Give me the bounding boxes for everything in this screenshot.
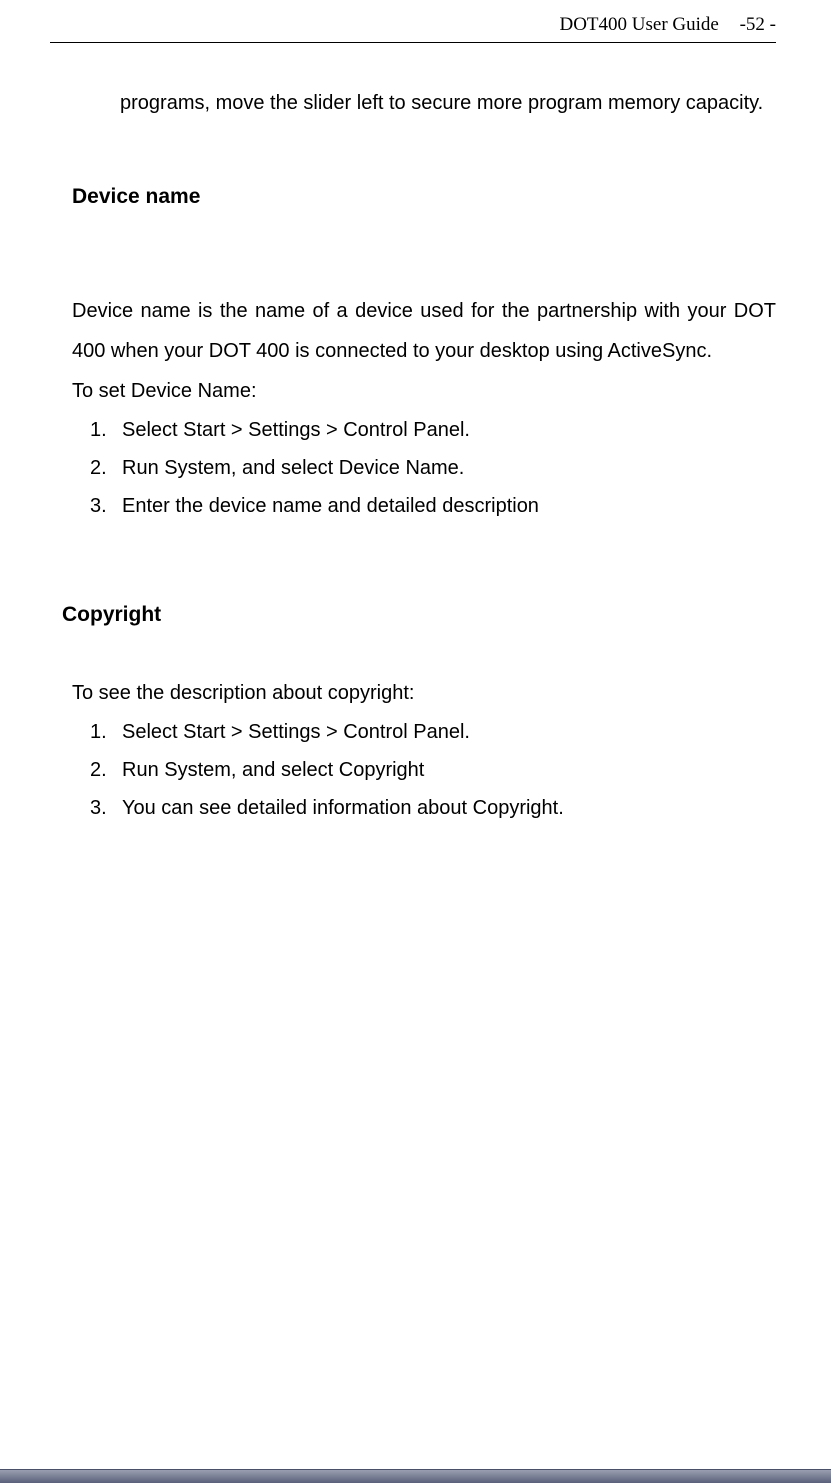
copyright-lead: To see the description about copyright:	[72, 673, 776, 713]
list-item: Run System, and select Copyright	[90, 751, 776, 789]
list-item: Select Start > Settings > Control Panel.	[90, 713, 776, 751]
device-name-paragraph: Device name is the name of a device used…	[72, 291, 776, 371]
device-name-lead: To set Device Name:	[72, 371, 776, 411]
header-title: DOT400 User Guide	[559, 14, 718, 35]
document-page: DOT400 User Guide -52 - programs, move t…	[0, 0, 831, 1483]
header-page-number: -52 -	[740, 14, 776, 35]
page-header: DOT400 User Guide -52 -	[50, 0, 776, 43]
footer-bar	[0, 1469, 831, 1483]
device-name-steps: Select Start > Settings > Control Panel.…	[72, 411, 776, 525]
header-rule	[50, 42, 776, 43]
copyright-steps: Select Start > Settings > Control Panel.…	[72, 713, 776, 827]
section-heading-copyright: Copyright	[62, 603, 776, 627]
list-item: Enter the device name and detailed descr…	[90, 487, 776, 525]
section-heading-device-name: Device name	[72, 185, 776, 209]
list-item: You can see detailed information about C…	[90, 789, 776, 827]
list-item: Select Start > Settings > Control Panel.	[90, 411, 776, 449]
intro-paragraph: programs, move the slider left to secure…	[72, 83, 776, 123]
list-item: Run System, and select Device Name.	[90, 449, 776, 487]
content-area: programs, move the slider left to secure…	[50, 83, 776, 827]
